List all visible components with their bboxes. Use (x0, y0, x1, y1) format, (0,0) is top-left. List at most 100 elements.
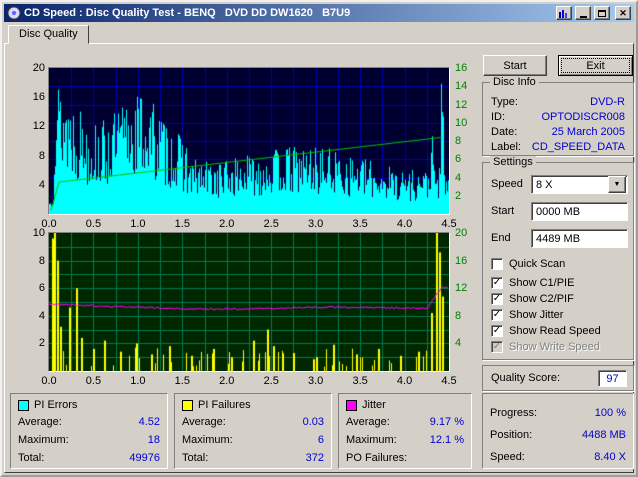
checkbox-show-read-speed[interactable]: ✓ Show Read Speed (491, 324, 601, 338)
axis-tick-label: 12 (455, 282, 468, 295)
axis-tick-label: 0.5 (85, 375, 102, 387)
chevron-down-icon[interactable]: ▼ (608, 176, 626, 193)
pi-failures-chart (48, 232, 450, 372)
axis-tick-label: 3.0 (308, 375, 324, 387)
jitter-swatch (346, 399, 357, 411)
axis-tick-label: 2.0 (219, 218, 235, 230)
axis-tick-label: 12 (455, 98, 468, 111)
axis-tick-label: 2 (455, 189, 462, 202)
titlebar-app-button[interactable] (556, 6, 572, 20)
axis-tick-label: 8 (38, 149, 45, 162)
stat-label: PO Failures: (346, 452, 408, 464)
checkbox-box[interactable]: ✓ (491, 309, 503, 321)
tab-disc-quality[interactable]: Disc Quality (8, 25, 89, 44)
checkbox-show-jitter[interactable]: ✓ Show Jitter (491, 308, 563, 322)
axis-tick-label: 8 (455, 309, 462, 322)
status-label: Position: (490, 429, 533, 441)
axis-tick-label: 1.0 (130, 375, 146, 387)
stat-value: 9.17 % (429, 416, 464, 428)
stat-label: Total: (182, 452, 209, 464)
checkbox-show-c2-pif[interactable]: ✓ Show C2/PIF (491, 292, 574, 306)
axis-tick-label: 3.0 (308, 218, 324, 230)
settings-title: Settings (490, 156, 536, 168)
disc-info-value: OPTODISCR008 (541, 110, 625, 123)
disc-info-label: Type: (491, 95, 518, 108)
disc-info-title: Disc Info (490, 76, 539, 88)
stat-value: 49976 (129, 452, 160, 464)
disc-info-value: 25 March 2005 (551, 125, 625, 138)
axis-tick-label: 10 (32, 227, 45, 239)
quality-score-group: Quality Score: 97 (482, 365, 634, 391)
checkbox-show-c1-pie[interactable]: ✓ Show C1/PIE (491, 276, 574, 290)
stat-value: 372 (305, 452, 324, 464)
checkbox-label: Show C2/PIF (509, 293, 574, 305)
stat-label: Maximum: (346, 434, 397, 446)
checkbox-label: Show Write Speed (509, 341, 600, 353)
minimize-icon (579, 15, 587, 18)
stat-label: Total: (18, 452, 45, 464)
start-button[interactable]: Start (483, 55, 547, 76)
stat-value: 18 (147, 434, 160, 446)
maximize-icon (598, 9, 606, 17)
legend-title: PI Failures (198, 399, 251, 411)
checkbox-label: Show C1/PIE (509, 277, 575, 289)
checkbox-quick-scan[interactable]: Quick Scan (491, 257, 565, 271)
status-panel: Progress: 100 % Position: 4488 MB Speed: 8.… (482, 393, 634, 469)
axis-tick-label: 3.5 (352, 218, 368, 230)
axis-tick-label: 16 (455, 62, 468, 74)
settings-group: Settings Speed 8 X ▼ Start End Quick Sca… (482, 156, 634, 360)
axis-tick-label: 1.5 (174, 218, 190, 230)
axis-tick-label: 4.0 (396, 375, 413, 387)
close-icon: ✕ (619, 7, 627, 18)
axis-tick-label: 4.5 (441, 375, 457, 387)
end-label: End (491, 232, 511, 244)
status-label: Speed: (490, 451, 525, 463)
disc-info-label: Label: (491, 140, 521, 153)
axis-tick-label: 4 (38, 178, 45, 191)
chart-icon (559, 9, 569, 18)
titlebar[interactable]: CD Speed : Disc Quality Test - BENQ DVD … (4, 4, 634, 22)
axis-tick-label: 6 (455, 153, 462, 166)
speed-select[interactable]: 8 X ▼ (531, 175, 628, 194)
axis-tick-label: 4 (455, 171, 462, 184)
axis-tick-label: 20 (455, 227, 468, 239)
axis-tick-label: 14 (455, 80, 468, 93)
checkbox-box[interactable] (491, 258, 503, 270)
status-value: 8.40 X (594, 451, 626, 463)
stat-label: Maximum: (18, 434, 69, 446)
axis-tick-label: 2.5 (263, 218, 279, 230)
pi-failures-legend: PI Failures Average: 0.03 Maximum: 6 Total… (174, 393, 332, 469)
quality-score-value: 97 (598, 370, 627, 387)
axis-tick-label: 2 (38, 337, 45, 350)
checkbox-show-write-speed: ✓ Show Write Speed (491, 340, 600, 354)
checkbox-box: ✓ (491, 341, 503, 353)
checkbox-label: Show Jitter (509, 309, 564, 321)
axis-tick-label: 8 (455, 135, 462, 147)
stat-label: Average: (346, 416, 390, 428)
pi-errors-chart-canvas (49, 68, 449, 214)
checkbox-box[interactable]: ✓ (491, 293, 503, 305)
stat-label: Maximum: (182, 434, 233, 446)
close-button[interactable]: ✕ (615, 6, 631, 20)
axis-tick-label: 0.0 (41, 375, 57, 387)
checkbox-label: Quick Scan (509, 258, 566, 270)
checkbox-box[interactable]: ✓ (491, 277, 503, 289)
maximize-button[interactable] (594, 6, 610, 20)
pi-errors-swatch (18, 399, 29, 411)
pi-errors-legend: PI Errors Average: 4.52 Maximum: 18 Total:… (10, 393, 168, 469)
pi-failures-chart-canvas (49, 233, 449, 371)
start-button-label: Start (503, 59, 527, 72)
disc-info-value: CD_SPEED_DATA (531, 140, 625, 153)
checkbox-box[interactable]: ✓ (491, 325, 503, 337)
quality-score-label: Quality Score: (491, 372, 561, 384)
axis-tick-label: 20 (32, 62, 45, 74)
checkbox-label: Show Read Speed (509, 325, 601, 337)
exit-button[interactable]: Exit (558, 55, 633, 76)
axis-tick-label: 1.5 (174, 375, 190, 387)
disc-info-value: DVD-R (590, 95, 625, 108)
end-position-field[interactable] (531, 229, 628, 248)
jitter-legend: Jitter Average: 9.17 % Maximum: 12.1 % PO … (338, 393, 472, 469)
axis-tick-label: 4.0 (396, 218, 413, 230)
minimize-button[interactable] (575, 6, 591, 20)
start-position-field[interactable] (531, 202, 628, 221)
